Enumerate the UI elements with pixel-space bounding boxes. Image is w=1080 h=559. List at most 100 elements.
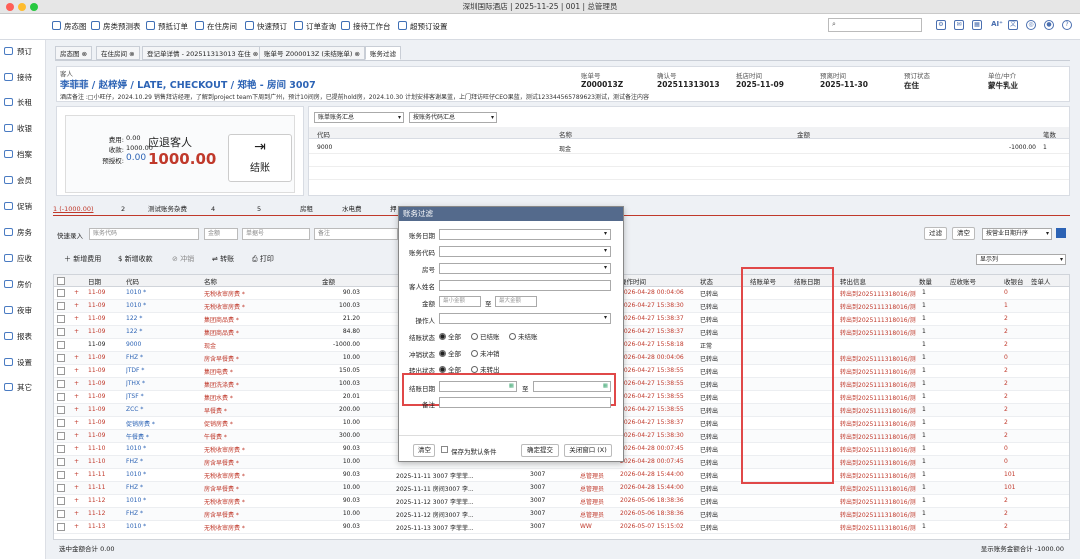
sidebar-item-reports[interactable]: 报表 bbox=[4, 331, 44, 343]
bill-tab-7[interactable]: 水电费 bbox=[342, 202, 362, 216]
reverse-none-radio[interactable]: 未冲销 bbox=[471, 348, 500, 358]
filter-remark-input[interactable] bbox=[439, 397, 611, 408]
bill-tab-1[interactable]: 1 (-1000.00) bbox=[53, 202, 94, 216]
filter-button[interactable]: 过滤 bbox=[924, 227, 947, 240]
calculator-icon[interactable]: ▦ bbox=[972, 20, 982, 30]
bill-tab-4[interactable]: 4 bbox=[211, 202, 215, 216]
filter-date-select[interactable] bbox=[439, 229, 611, 240]
row-checkbox[interactable] bbox=[57, 419, 65, 427]
row-checkbox[interactable] bbox=[57, 484, 65, 492]
quick-code-input[interactable]: 账务代码 bbox=[89, 228, 199, 240]
filter-code-select[interactable] bbox=[439, 246, 611, 257]
ai-icon[interactable]: AI⁺ bbox=[990, 20, 1004, 30]
table-row[interactable]: +11-11 FHZ * 房含早餐费 * 10.00 2025-11-11 房间3007… bbox=[54, 482, 1069, 495]
sidebar-item-reception[interactable]: 接待 bbox=[4, 72, 44, 84]
quick-amount-input[interactable]: 金额 bbox=[204, 228, 238, 240]
tab-inhouse[interactable]: 在住房间 ⊗ bbox=[96, 46, 140, 60]
row-checkbox[interactable] bbox=[57, 523, 65, 531]
expand-icon[interactable]: + bbox=[74, 380, 79, 387]
expand-icon[interactable]: + bbox=[74, 406, 79, 413]
toolbar-reception-desk[interactable]: 接待工作台 bbox=[341, 21, 391, 33]
settle-date-from[interactable]: ▦ bbox=[439, 381, 517, 392]
expand-icon[interactable]: + bbox=[74, 510, 79, 517]
row-checkbox[interactable] bbox=[57, 458, 65, 466]
bill-tab-2[interactable]: 2 bbox=[121, 202, 125, 216]
row-checkbox[interactable] bbox=[57, 302, 65, 310]
save-default-checkbox[interactable] bbox=[441, 446, 448, 453]
expand-icon[interactable]: + bbox=[74, 523, 79, 530]
message-icon[interactable]: ✉ bbox=[954, 20, 964, 30]
settle-pending-radio[interactable]: 未结账 bbox=[509, 331, 538, 341]
zoom-window-button[interactable] bbox=[30, 3, 38, 11]
sidebar-item-profiles[interactable]: 档案 bbox=[4, 149, 44, 161]
row-checkbox[interactable] bbox=[57, 497, 65, 505]
user-icon[interactable]: ● bbox=[1044, 20, 1054, 30]
sidebar-item-longstay[interactable]: 长租 bbox=[4, 97, 44, 109]
code-summary-select[interactable]: 按账务代码汇总 bbox=[409, 112, 497, 123]
row-checkbox[interactable] bbox=[57, 354, 65, 362]
row-checkbox[interactable] bbox=[57, 315, 65, 323]
filter-room-select[interactable] bbox=[439, 263, 611, 274]
sidebar-item-receivable[interactable]: 应收 bbox=[4, 253, 44, 265]
sidebar-item-settings[interactable]: 设置 bbox=[4, 357, 44, 369]
bill-tab-6[interactable]: 房租 bbox=[300, 202, 313, 216]
table-row[interactable]: +11-12 1010 * 无税收审房费 * 90.03 2025-11-12 3007… bbox=[54, 495, 1069, 508]
tab-room-status[interactable]: 房态图 ⊗ bbox=[55, 46, 93, 60]
sidebar-item-housekeeping[interactable]: 房务 bbox=[4, 227, 44, 239]
tab-bill-filter[interactable]: 账务过滤 bbox=[365, 46, 401, 60]
expand-icon[interactable]: + bbox=[74, 302, 79, 309]
settle-done-radio[interactable]: 已结账 bbox=[471, 331, 500, 341]
checkout-button[interactable]: ⇥ 结账 bbox=[228, 134, 292, 182]
row-checkbox[interactable] bbox=[57, 341, 65, 349]
row-checkbox[interactable] bbox=[57, 445, 65, 453]
translate-icon[interactable]: 文 bbox=[1008, 20, 1018, 30]
display-columns-select[interactable]: 显示列 bbox=[976, 254, 1066, 265]
sidebar-item-promotion[interactable]: 促销 bbox=[4, 201, 44, 213]
row-checkbox[interactable] bbox=[57, 510, 65, 518]
reverse-button[interactable]: ⊘ 冲销 bbox=[172, 254, 194, 264]
expand-icon[interactable]: + bbox=[74, 393, 79, 400]
expand-icon[interactable]: + bbox=[74, 315, 79, 322]
close-window-button[interactable] bbox=[6, 3, 14, 11]
clear-button[interactable]: 清空 bbox=[952, 227, 975, 240]
toolbar-room-forecast[interactable]: 房类预测表 bbox=[91, 21, 141, 33]
filter-min-amount[interactable]: 最小金额 bbox=[439, 296, 481, 307]
settle-all-radio[interactable]: 全部 bbox=[439, 331, 461, 341]
grid-view-icon[interactable] bbox=[1056, 228, 1066, 238]
tab-bill[interactable]: 账单号 Z000013Z (未结账单) ⊗ bbox=[259, 46, 365, 60]
toolbar-arrivals[interactable]: 预抵订单 bbox=[146, 21, 188, 33]
row-checkbox[interactable] bbox=[57, 393, 65, 401]
quick-doc-input[interactable]: 单据号 bbox=[242, 228, 310, 240]
sidebar-item-rates[interactable]: 房价 bbox=[4, 279, 44, 291]
row-checkbox[interactable] bbox=[57, 367, 65, 375]
expand-icon[interactable]: + bbox=[74, 328, 79, 335]
expand-icon[interactable]: + bbox=[74, 289, 79, 296]
sidebar-item-night-audit[interactable]: 夜审 bbox=[4, 305, 44, 317]
toolbar-overbooking[interactable]: 超预订设置 bbox=[398, 21, 448, 33]
reverse-all-radio[interactable]: 全部 bbox=[439, 348, 461, 358]
filter-operator-select[interactable] bbox=[439, 313, 611, 324]
minimize-window-button[interactable] bbox=[18, 3, 26, 11]
toolbar-order-query[interactable]: 订单查询 bbox=[294, 21, 336, 33]
expand-icon[interactable]: + bbox=[74, 497, 79, 504]
settings-icon[interactable]: ⚙ bbox=[936, 20, 946, 30]
select-all-checkbox[interactable] bbox=[57, 277, 65, 285]
transfer-button[interactable]: ⇌ 转账 bbox=[212, 254, 234, 264]
tab-registration[interactable]: 登记单详情 - 202511313013 在住 ⊗ bbox=[142, 46, 264, 60]
table-row[interactable]: +11-11 1010 * 无税收审房费 * 90.03 2025-11-11 3007… bbox=[54, 469, 1069, 482]
sidebar-item-members[interactable]: 会员 bbox=[4, 175, 44, 187]
row-checkbox[interactable] bbox=[57, 380, 65, 388]
bill-tab-5[interactable]: 5 bbox=[257, 202, 261, 216]
search-input[interactable]: ⌕ bbox=[828, 18, 922, 32]
quick-remark-input[interactable]: 备注 bbox=[314, 228, 398, 240]
row-checkbox[interactable] bbox=[57, 328, 65, 336]
filter-max-amount[interactable]: 最大金额 bbox=[495, 296, 537, 307]
settle-date-to[interactable]: ▦ bbox=[533, 381, 611, 392]
expand-icon[interactable]: + bbox=[74, 419, 79, 426]
expand-icon[interactable]: + bbox=[74, 484, 79, 491]
globe-icon[interactable]: ◎ bbox=[1026, 20, 1036, 30]
table-row[interactable]: +11-13 1010 * 无税收审房费 * 90.03 2025-11-13 3007… bbox=[54, 521, 1069, 534]
expand-icon[interactable]: + bbox=[74, 354, 79, 361]
sidebar-item-other[interactable]: 其它 bbox=[4, 382, 44, 394]
expand-icon[interactable]: + bbox=[74, 445, 79, 452]
